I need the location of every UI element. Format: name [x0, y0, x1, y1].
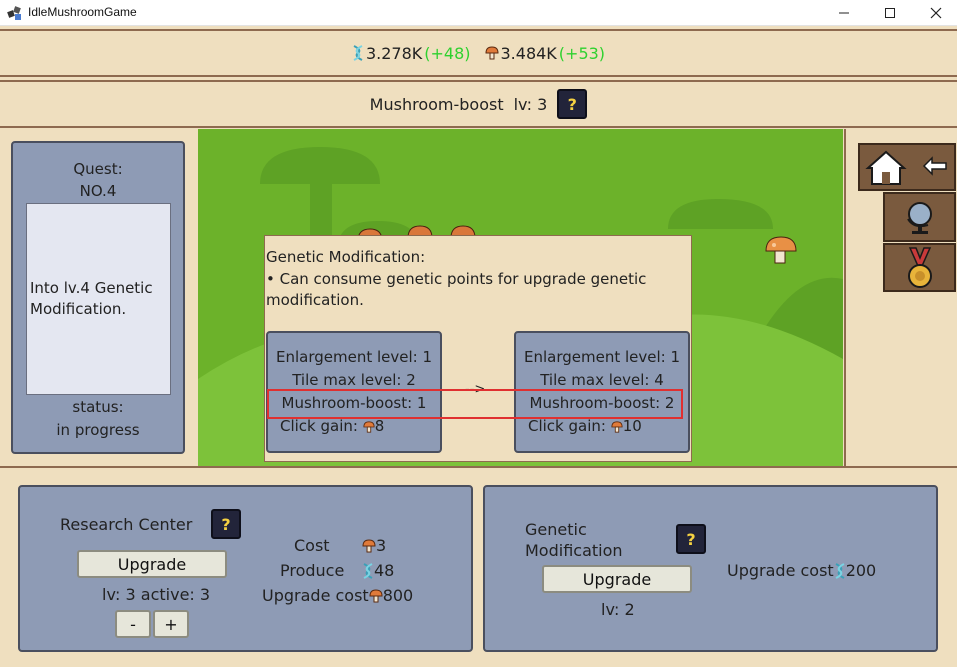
- genetic-help-button[interactable]: ?: [676, 524, 706, 554]
- genetic-upgrade-cost-value: 200: [845, 561, 877, 580]
- research-title: Research Center: [60, 515, 193, 534]
- genetic-upgrade-button[interactable]: Upgrade: [542, 565, 692, 593]
- research-upgrade-button[interactable]: Upgrade: [77, 550, 227, 578]
- close-button[interactable]: [913, 0, 957, 26]
- mushroom-resource: 3.484K (+53): [484, 43, 606, 63]
- dna-icon: [353, 45, 363, 61]
- produce-value: 48: [374, 561, 395, 580]
- dna-resource: 3.278K (+48): [352, 44, 471, 63]
- home-nav-button[interactable]: [858, 143, 956, 191]
- resource-bar: 3.278K (+48) 3.484K (+53): [0, 29, 957, 77]
- mushroom-rate: (+53): [558, 43, 606, 63]
- home-back-icon: [865, 150, 947, 185]
- next-click-value: 10: [622, 417, 642, 435]
- dna-icon: [835, 562, 845, 579]
- quest-status-label: status:: [72, 398, 124, 416]
- cost-value: 3: [376, 536, 387, 555]
- quest-description: Into lv.4 Genetic Modification.: [30, 279, 153, 318]
- maximize-icon: [885, 8, 895, 18]
- quest-title: Quest:: [73, 160, 123, 178]
- dna-icon: [363, 562, 373, 579]
- mushroom-value: 3.484K: [500, 43, 557, 63]
- boost-highlight-box: [267, 389, 683, 419]
- boost-level: lv: 3: [513, 94, 548, 114]
- genetic-upgrade-cost-label: Upgrade cost: [727, 561, 834, 580]
- boost-bar: Mushroom-boost lv: 3 ?: [0, 80, 957, 128]
- quest-panel: Quest: NO.4 Into lv.4 Genetic Modificati…: [11, 141, 185, 454]
- minimize-icon: [839, 12, 849, 14]
- mushroom-icon: [363, 420, 375, 433]
- research-help-button[interactable]: ?: [211, 509, 241, 539]
- app-icon: [7, 5, 23, 21]
- globe-icon: [906, 202, 932, 234]
- research-nav-button[interactable]: [883, 192, 956, 242]
- produce-value-group: 48: [362, 561, 394, 580]
- current-click-value: 8: [374, 417, 385, 435]
- minimize-button[interactable]: [821, 0, 867, 26]
- current-tile-max: Tile max level: 2: [292, 371, 416, 389]
- mushroom-icon: [611, 420, 623, 433]
- quest-number: NO.4: [79, 182, 117, 200]
- mushroom-icon: [484, 46, 499, 60]
- popup-description: • Can consume genetic points for upgrade…: [266, 270, 647, 309]
- dna-rate: (+48): [424, 43, 471, 63]
- dna-value: 3.278K: [365, 43, 423, 63]
- next-tile-max: Tile max level: 4: [540, 371, 664, 389]
- cost-value-group: 3: [362, 536, 386, 555]
- maximize-button[interactable]: [867, 0, 913, 26]
- research-decrease-button[interactable]: -: [115, 610, 151, 638]
- cost-label: Cost: [294, 536, 330, 555]
- genetic-upgrade-cost-group: Upgrade cost 200: [727, 561, 876, 580]
- research-increase-button[interactable]: +: [153, 610, 189, 638]
- mushroom-icon: [362, 538, 376, 552]
- produce-label: Produce: [280, 561, 345, 580]
- research-upgrade-cost-group: Upgrade cost 800: [262, 586, 413, 605]
- genetic-title-line2: Modification: [525, 541, 623, 560]
- research-upgrade-cost-value: 800: [382, 586, 414, 605]
- genetic-modification-panel: Genetic Modification ? Upgrade lv: 2 Upg…: [483, 485, 938, 652]
- current-click-gain: Click gain: 8: [280, 417, 440, 435]
- mushroom-icon: [369, 588, 383, 602]
- window-titlebar: IdleMushroomGame: [0, 0, 957, 26]
- genetic-modification-popup: Genetic Modification: • Can consume gene…: [264, 235, 692, 462]
- medal-icon: [907, 246, 932, 288]
- research-level: lv: 3 active: 3: [102, 585, 211, 604]
- research-upgrade-cost-label: Upgrade cost: [262, 586, 369, 605]
- current-click-label: Click gain:: [280, 417, 358, 435]
- popup-title: Genetic Modification:: [266, 248, 426, 266]
- boost-label: Mushroom-boost: [369, 94, 504, 114]
- research-center-panel: Research Center ? Upgrade lv: 3 active: …: [18, 485, 473, 652]
- window-title: IdleMushroomGame: [28, 5, 137, 19]
- close-icon: [930, 7, 942, 19]
- quest-description-box: Into lv.4 Genetic Modification.: [26, 203, 171, 395]
- quest-status-value: in progress: [56, 421, 140, 439]
- next-enlargement: Enlargement level: 1: [523, 348, 681, 366]
- next-click-label: Click gain:: [528, 417, 606, 435]
- genetic-title-line1: Genetic: [525, 520, 587, 539]
- current-enlargement: Enlargement level: 1: [275, 348, 433, 366]
- boost-help-button[interactable]: ?: [557, 89, 588, 119]
- achievement-nav-button[interactable]: [883, 243, 956, 292]
- genetic-level: lv: 2: [601, 600, 635, 619]
- next-click-gain: Click gain: 10: [528, 417, 688, 435]
